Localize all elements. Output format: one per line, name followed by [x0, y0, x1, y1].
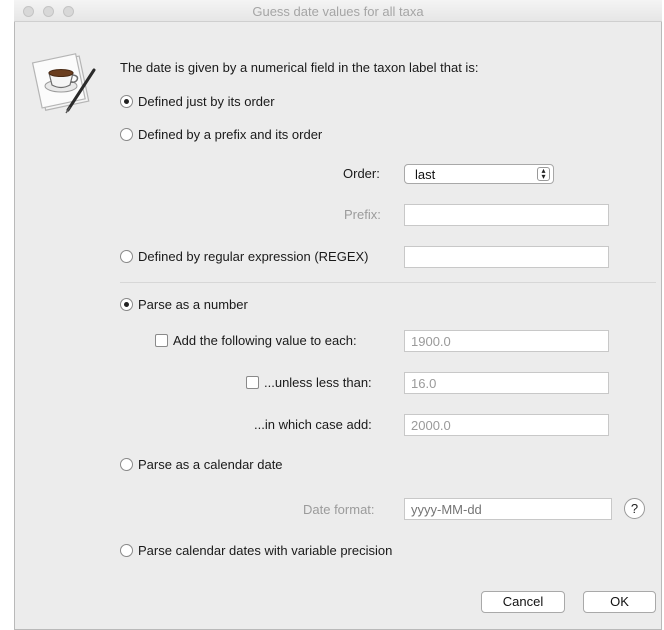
title-bar: Guess date values for all taxa	[14, 0, 662, 22]
unless-less-input[interactable]	[404, 372, 609, 394]
label-parse-calendar: Parse as a calendar date	[138, 457, 283, 472]
ok-button[interactable]: OK	[583, 591, 656, 613]
date-format-label: Date format:	[303, 502, 375, 517]
label-unless-less: ...unless less than:	[264, 375, 372, 390]
label-case-add: ...in which case add:	[254, 417, 372, 432]
section-divider	[120, 282, 656, 283]
label-variable-precision: Parse calendar dates with variable preci…	[138, 543, 393, 558]
label-parse-number: Parse as a number	[138, 297, 248, 312]
radio-parse-calendar[interactable]	[120, 458, 133, 471]
radio-by-prefix[interactable]	[120, 128, 133, 141]
label-add-value: Add the following value to each:	[173, 333, 357, 348]
intro-text: The date is given by a numerical field i…	[120, 60, 479, 75]
prefix-label: Prefix:	[344, 207, 381, 222]
order-label: Order:	[343, 166, 380, 181]
help-button[interactable]: ?	[624, 498, 645, 519]
checkbox-unless-less[interactable]	[246, 376, 259, 389]
add-value-input[interactable]	[404, 330, 609, 352]
radio-parse-number[interactable]	[120, 298, 133, 311]
radio-by-order[interactable]	[120, 95, 133, 108]
label-by-prefix: Defined by a prefix and its order	[138, 127, 323, 142]
stepper-arrows-icon: ▴ ▾	[537, 167, 550, 181]
label-by-order: Defined just by its order	[138, 94, 275, 109]
coffee-cup-app-icon	[28, 48, 98, 114]
case-add-input[interactable]	[404, 414, 609, 436]
date-format-input[interactable]	[404, 498, 612, 520]
label-by-regex: Defined by regular expression (REGEX)	[138, 249, 369, 264]
dialog-window	[14, 0, 662, 630]
checkbox-add-value[interactable]	[155, 334, 168, 347]
question-mark-icon: ?	[630, 501, 639, 516]
prefix-input[interactable]	[404, 204, 609, 226]
window-title: Guess date values for all taxa	[252, 4, 424, 19]
order-select[interactable]: last ▴ ▾	[404, 164, 554, 184]
radio-by-regex[interactable]	[120, 250, 133, 263]
cancel-button[interactable]: Cancel	[481, 591, 565, 613]
regex-input[interactable]	[404, 246, 609, 268]
order-value: last	[415, 167, 436, 182]
radio-variable-precision[interactable]	[120, 544, 133, 557]
